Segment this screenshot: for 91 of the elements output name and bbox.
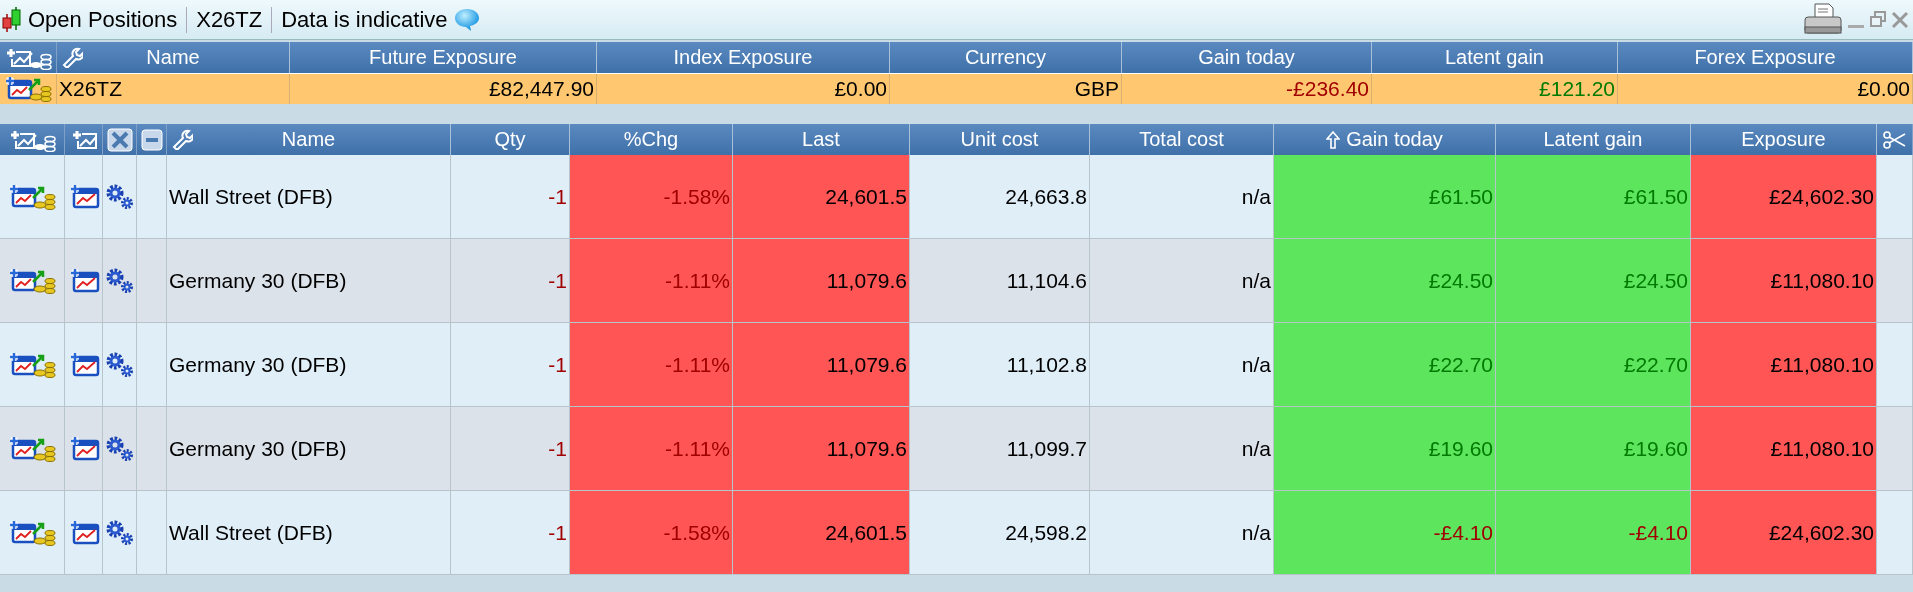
table-cell: £24,602.30 [1768, 520, 1874, 545]
column-header[interactable]: Currency [964, 46, 1047, 69]
gears-icon[interactable] [104, 350, 135, 379]
column-header[interactable]: Future Exposure [369, 46, 517, 69]
column-header[interactable]: Exposure [1741, 128, 1826, 151]
table-cell: £11,080.10 [1770, 436, 1874, 461]
table-cell: -1 [548, 436, 567, 461]
table-cell: £19.60 [1428, 436, 1493, 461]
table-cell: £61.50 [1623, 184, 1688, 209]
gears-icon[interactable] [104, 434, 135, 463]
column-header[interactable]: Gain today [1346, 128, 1443, 151]
wrench-icon[interactable] [61, 46, 83, 68]
column-header[interactable]: Latent gain [1445, 46, 1544, 69]
table-cell: -1 [548, 184, 567, 209]
table-cell: £11,080.10 [1770, 352, 1874, 377]
table-cell: £11,080.10 [1770, 268, 1874, 293]
restore-icon[interactable] [1869, 9, 1887, 30]
column-header[interactable]: Last [802, 128, 840, 151]
table-cell: 11,102.8 [1006, 352, 1087, 377]
table-cell: -1.11% [665, 352, 730, 377]
portfolio-icon[interactable] [7, 435, 57, 462]
account-name: X26TZ [195, 6, 264, 33]
table-cell: 24,663.8 [1005, 184, 1087, 209]
table-cell: -£4.10 [1628, 520, 1688, 545]
expand-icon[interactable] [106, 127, 133, 152]
portfolio-icon[interactable] [7, 267, 57, 294]
table-cell: 11,079.6 [826, 352, 907, 377]
scissors-icon[interactable] [1882, 129, 1907, 150]
column-header[interactable]: Qty [494, 128, 526, 151]
column-header[interactable]: Forex Exposure [1694, 46, 1836, 69]
column-header[interactable]: %Chg [623, 128, 679, 151]
table-cell: -1 [548, 352, 567, 377]
table-cell: £19.60 [1623, 436, 1688, 461]
gears-icon[interactable] [104, 266, 135, 295]
portfolio-icon[interactable] [7, 351, 57, 378]
instrument-name: Wall Street (DFB) [169, 184, 333, 209]
column-header[interactable]: Name [281, 128, 336, 151]
table-cell: £0.00 [1857, 77, 1910, 101]
table-cell: 11,079.6 [826, 268, 907, 293]
table-cell: 24,601.5 [825, 184, 907, 209]
instrument-name: Germany 30 (DFB) [169, 352, 347, 377]
close-icon[interactable] [1891, 9, 1909, 30]
gears-icon[interactable] [104, 182, 135, 211]
table-cell: £24.50 [1623, 268, 1688, 293]
instrument-name: Germany 30 (DFB) [169, 436, 347, 461]
table-cell: 11,079.6 [826, 436, 907, 461]
candlestick-icon [2, 5, 22, 34]
instrument-name: Wall Street (DFB) [169, 520, 333, 545]
column-header[interactable]: Unit cost [960, 128, 1039, 151]
table-cell: £22.70 [1428, 352, 1493, 377]
table-cell: -1.11% [665, 436, 730, 461]
table-cell: n/a [1241, 352, 1271, 377]
table-cell: £24.50 [1428, 268, 1493, 293]
table-cell: n/a [1241, 184, 1271, 209]
table-cell: -1.11% [665, 268, 730, 293]
table-cell: n/a [1241, 520, 1271, 545]
table-cell: -1 [548, 268, 567, 293]
wrench-icon[interactable] [171, 128, 193, 150]
table-cell: -1.58% [663, 184, 730, 209]
table-cell: £22.70 [1623, 352, 1688, 377]
portfolio-icon[interactable] [3, 76, 53, 102]
table-cell: £82,447.90 [488, 77, 594, 101]
printer-icon[interactable] [1803, 2, 1843, 37]
table-cell: £61.50 [1428, 184, 1493, 209]
portfolio-icon[interactable] [7, 519, 57, 546]
table-cell: -£4.10 [1433, 520, 1493, 545]
collapse-icon[interactable] [140, 128, 163, 151]
table-cell: GBP [1074, 77, 1119, 101]
portfolio-icon[interactable] [7, 183, 57, 210]
table-cell: £0.00 [834, 77, 887, 101]
column-header[interactable]: Gain today [1198, 46, 1295, 69]
column-header[interactable]: Index Exposure [673, 46, 813, 69]
table-cell: £24,602.30 [1768, 184, 1874, 209]
table-cell: 24,598.2 [1005, 520, 1087, 545]
table-cell: £121.20 [1539, 77, 1615, 101]
table-cell: n/a [1241, 436, 1271, 461]
gears-icon[interactable] [104, 518, 135, 547]
table-cell: 11,099.7 [1006, 436, 1087, 461]
table-cell: -£236.40 [1286, 77, 1369, 101]
table-cell: -1.58% [663, 520, 730, 545]
instrument-name: Germany 30 (DFB) [169, 268, 347, 293]
table-cell: 24,601.5 [825, 520, 907, 545]
table-cell: n/a [1241, 268, 1271, 293]
column-header[interactable]: Latent gain [1543, 128, 1643, 151]
account-cell: X26TZ [59, 77, 123, 101]
table-cell: -1 [548, 520, 567, 545]
column-header[interactable]: Name [146, 46, 200, 69]
column-header[interactable]: Total cost [1139, 128, 1224, 151]
notice-text: Data is indicative [280, 6, 449, 33]
table-cell: 11,104.6 [1006, 268, 1087, 293]
window-title: Open Positions [27, 6, 179, 33]
